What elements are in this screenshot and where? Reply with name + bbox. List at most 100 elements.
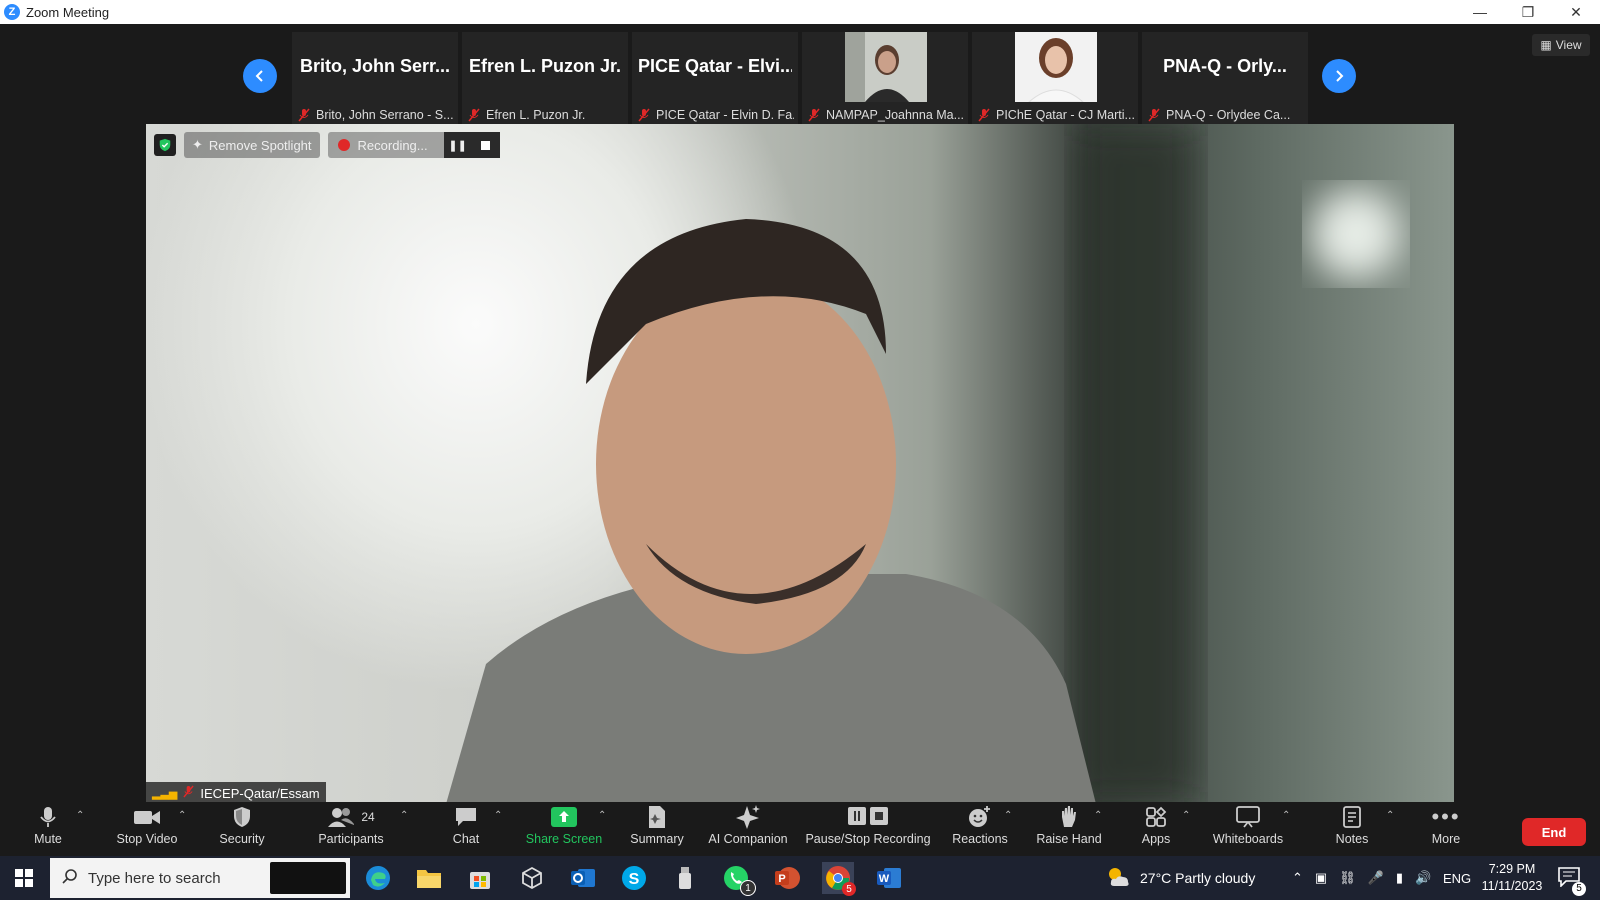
microphone-icon: [40, 807, 56, 827]
participant-tile[interactable]: Efren L. Puzon Jr. Efren L. Puzon Jr.: [462, 32, 628, 124]
chat-label: Chat: [452, 832, 480, 846]
volume-icon[interactable]: 🔊: [1415, 870, 1431, 886]
whatsapp-app-icon[interactable]: 1: [720, 862, 756, 896]
muted-mic-icon: [638, 108, 650, 122]
language-indicator[interactable]: ENG: [1443, 856, 1471, 900]
pause-recording-button[interactable]: ❚❚: [443, 132, 472, 158]
weather-text: 27°C Partly cloudy: [1140, 870, 1256, 886]
remove-spotlight-button[interactable]: ✦ Remove Spotlight: [184, 132, 320, 158]
file-explorer-icon[interactable]: [413, 862, 445, 894]
edge-app-icon[interactable]: [362, 862, 394, 894]
usb-device-icon[interactable]: [669, 862, 701, 894]
minimize-button[interactable]: —: [1456, 0, 1504, 24]
participants-label: Participants: [318, 832, 384, 846]
microsoft-store-icon[interactable]: [464, 862, 496, 894]
apps-options-caret-icon[interactable]: ⌃: [1182, 810, 1190, 821]
stop-icon: [481, 140, 491, 150]
speaker-video-feed: [446, 124, 1401, 804]
svg-text:S: S: [629, 871, 640, 888]
word-app-icon[interactable]: W: [873, 862, 905, 894]
network-status-icon[interactable]: ⛓: [1339, 870, 1356, 886]
view-button[interactable]: ▦ View: [1532, 34, 1590, 56]
chrome-badge: 5: [842, 882, 856, 896]
muted-mic-icon: [1148, 108, 1160, 122]
share-screen-button[interactable]: Share Screen: [524, 802, 604, 856]
clock[interactable]: 7:29 PM 11/11/2023: [1476, 856, 1548, 900]
spotlight-video: ✦ Remove Spotlight Recording... ❚❚ ▂▃▅ I…: [146, 124, 1454, 804]
stop-video-button[interactable]: Stop Video: [112, 802, 182, 856]
participant-label: Brito, John Serrano - S...: [316, 108, 454, 122]
participant-name: Efren L. Puzon Jr.: [468, 56, 622, 76]
stop-video-label: Stop Video: [116, 832, 178, 846]
ai-companion-button[interactable]: AI Companion: [704, 802, 792, 856]
windows-start-button[interactable]: [8, 862, 40, 894]
close-button[interactable]: ✕: [1552, 0, 1600, 24]
restore-button[interactable]: ❐: [1504, 0, 1552, 24]
participant-tile[interactable]: PICE Qatar - Elvi... PICE Qatar - Elvin …: [632, 32, 798, 124]
more-button[interactable]: ••• More: [1426, 802, 1466, 856]
apps-button[interactable]: Apps: [1134, 802, 1178, 856]
mute-options-caret-icon[interactable]: ⌃: [76, 810, 84, 821]
search-placeholder: Type here to search: [88, 869, 221, 887]
participant-tile[interactable]: NAMPAP_Joahnna Ma...: [802, 32, 968, 124]
pin-icon: ✦: [192, 137, 203, 152]
notes-button[interactable]: Notes: [1332, 802, 1372, 856]
previous-page-button[interactable]: [243, 59, 277, 93]
shield-icon: [234, 807, 250, 827]
whatsapp-badge: 1: [740, 880, 756, 896]
participants-options-caret-icon[interactable]: ⌃: [400, 810, 408, 821]
meet-now-icon[interactable]: ▣: [1315, 870, 1327, 886]
participant-label: PNA-Q - Orlydee Ca...: [1166, 108, 1291, 122]
whiteboard-icon: [1236, 806, 1260, 828]
participant-video-thumbnail: [845, 32, 927, 102]
end-meeting-button[interactable]: End: [1522, 818, 1586, 846]
security-button[interactable]: Security: [214, 802, 270, 856]
skype-app-icon[interactable]: S: [618, 862, 650, 894]
apps-label: Apps: [1141, 832, 1171, 846]
participant-tile[interactable]: PNA-Q - Orly... PNA-Q - Orlydee Ca...: [1142, 32, 1308, 124]
notes-options-caret-icon[interactable]: ⌃: [1386, 810, 1394, 821]
next-page-button[interactable]: [1322, 59, 1356, 93]
video-camera-icon: [134, 811, 160, 824]
weather-widget[interactable]: 27°C Partly cloudy: [1106, 856, 1255, 900]
search-icon: [62, 868, 78, 889]
summary-button[interactable]: Summary: [624, 802, 690, 856]
encryption-shield-icon: [154, 134, 176, 156]
participants-button[interactable]: 24 Participants: [316, 802, 386, 856]
pause-stop-recording-label: Pause/Stop Recording: [805, 832, 931, 846]
participant-video-thumbnail: [1015, 32, 1097, 102]
outlook-app-icon[interactable]: [567, 862, 599, 894]
participant-tile[interactable]: Brito, John Serr... Brito, John Serrano …: [292, 32, 458, 124]
system-tray: ⌃ ▣ ⛓ 🎤 ▮ 🔊: [1292, 856, 1431, 900]
show-hidden-icons-chevron-icon[interactable]: ⌃: [1292, 870, 1303, 886]
taskbar-search-box[interactable]: Type here to search: [50, 858, 350, 898]
remove-spotlight-label: Remove Spotlight: [208, 137, 312, 153]
chat-button[interactable]: Chat: [446, 802, 486, 856]
share-options-caret-icon[interactable]: ⌃: [598, 810, 606, 821]
participant-tile[interactable]: PIChE Qatar - CJ Marti...: [972, 32, 1138, 124]
reactions-button[interactable]: Reactions: [948, 802, 1012, 856]
reactions-options-caret-icon[interactable]: ⌃: [1004, 810, 1012, 821]
microphone-in-use-icon[interactable]: 🎤: [1368, 870, 1384, 886]
pause-stop-recording-button[interactable]: Pause/Stop Recording: [804, 802, 932, 856]
notification-icon: 5: [1558, 866, 1586, 896]
raise-hand-options-caret-icon[interactable]: ⌃: [1094, 810, 1102, 821]
whiteboards-button[interactable]: Whiteboards: [1208, 802, 1288, 856]
powerpoint-app-icon[interactable]: P: [771, 862, 803, 894]
meeting-toolbar: Mute ⌃ Stop Video ⌃ Security 24 Particip…: [0, 802, 1600, 856]
mute-button[interactable]: Mute: [28, 802, 68, 856]
window-title: Zoom Meeting: [26, 4, 110, 20]
more-label: More: [1431, 832, 1461, 846]
video-options-caret-icon[interactable]: ⌃: [178, 810, 186, 821]
whiteboards-options-caret-icon[interactable]: ⌃: [1282, 810, 1290, 821]
windows-taskbar: Type here to search S 1 P 5 W 27°C Partl…: [0, 856, 1600, 900]
chat-options-caret-icon[interactable]: ⌃: [494, 810, 502, 821]
chrome-app-icon[interactable]: 5: [822, 862, 856, 896]
stop-recording-button[interactable]: [471, 132, 500, 158]
battery-icon[interactable]: ▮: [1396, 870, 1403, 886]
muted-mic-icon: [298, 108, 310, 122]
participants-count: 24: [361, 810, 375, 824]
notification-center-button[interactable]: 5: [1558, 856, 1586, 900]
cube-app-icon[interactable]: [516, 862, 548, 894]
muted-mic-icon: [183, 785, 195, 801]
